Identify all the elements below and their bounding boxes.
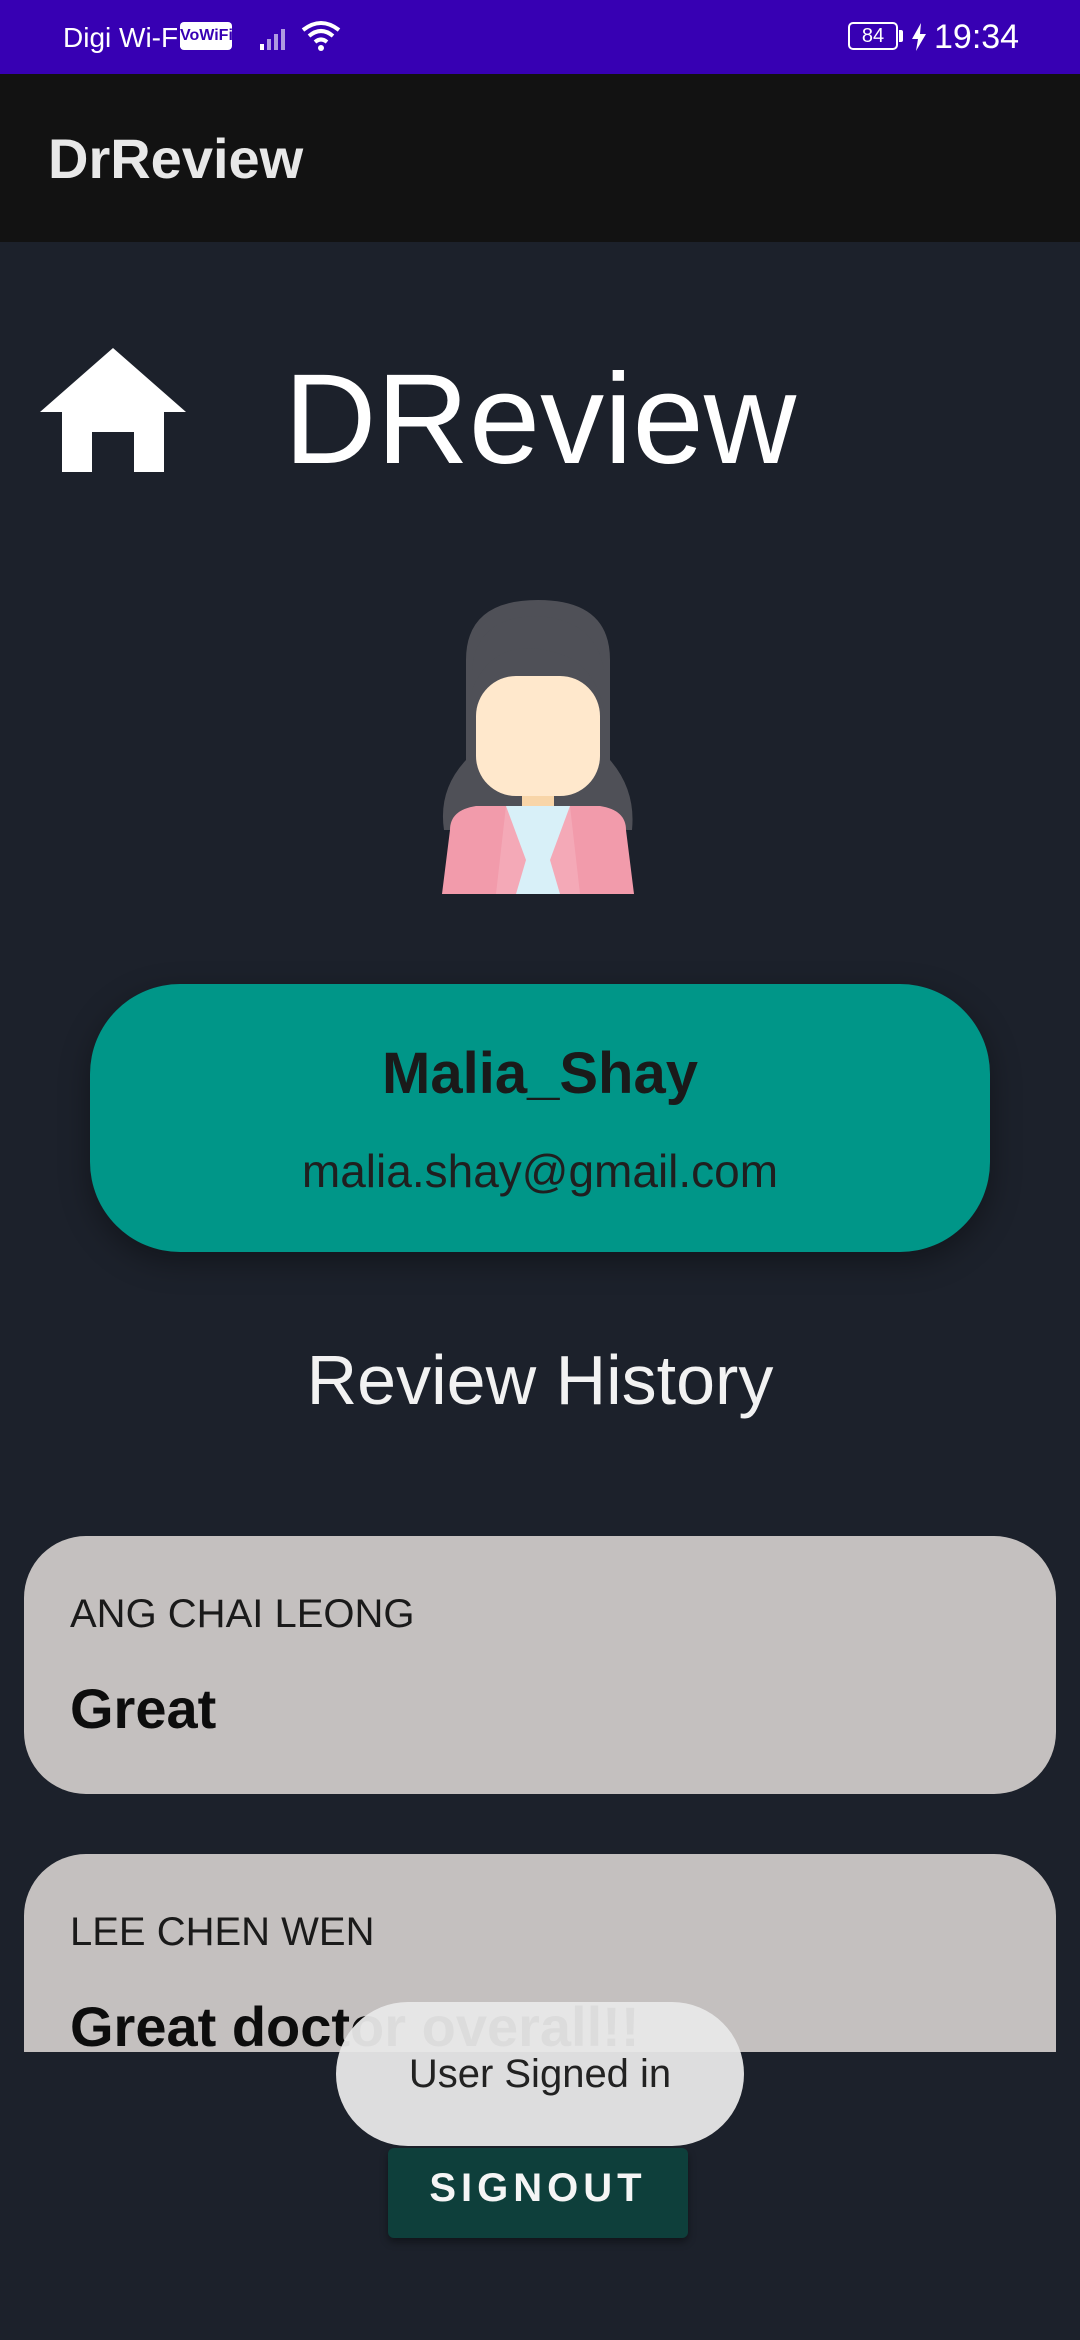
review-card[interactable]: ANG CHAI LEONG Great — [24, 1536, 1056, 1794]
app-bar-title: DrReview — [48, 127, 304, 190]
toast-message: User Signed in — [336, 2002, 744, 2146]
signout-button[interactable]: SIGNOUT — [388, 2148, 688, 2238]
profile-username: Malia_Shay — [382, 1041, 698, 1106]
female-user-avatar-icon — [436, 600, 640, 899]
vowifi-badge: VoWiFi — [180, 22, 233, 50]
brand-title: DReview — [284, 348, 797, 491]
battery-icon: 84 — [848, 22, 898, 50]
carrier-label: Digi Wi-Fi — [63, 22, 185, 53]
battery-tip — [899, 30, 903, 42]
profile-card: Malia_Shay malia.shay@gmail.com — [90, 984, 990, 1252]
profile-email: malia.shay@gmail.com — [301, 1145, 779, 1197]
signal-icon — [258, 24, 292, 57]
review-doctor-name: LEE CHEN WEN — [70, 1910, 375, 1954]
wifi-icon — [300, 20, 342, 57]
review-doctor-name: ANG CHAI LEONG — [70, 1592, 415, 1636]
status-bar: Digi Wi-Fi VoWiFi 84 19:34 — [0, 0, 1080, 74]
home-icon[interactable] — [40, 348, 186, 477]
charging-bolt-icon — [910, 22, 928, 57]
review-list[interactable]: ANG CHAI LEONG Great LEE CHEN WEN Great … — [24, 1536, 1056, 2052]
app-bar: DrReview — [0, 74, 1080, 242]
clock: 19:34 — [934, 18, 1020, 56]
review-history-title: Review History — [306, 1341, 774, 1419]
review-text: Great — [70, 1677, 217, 1740]
